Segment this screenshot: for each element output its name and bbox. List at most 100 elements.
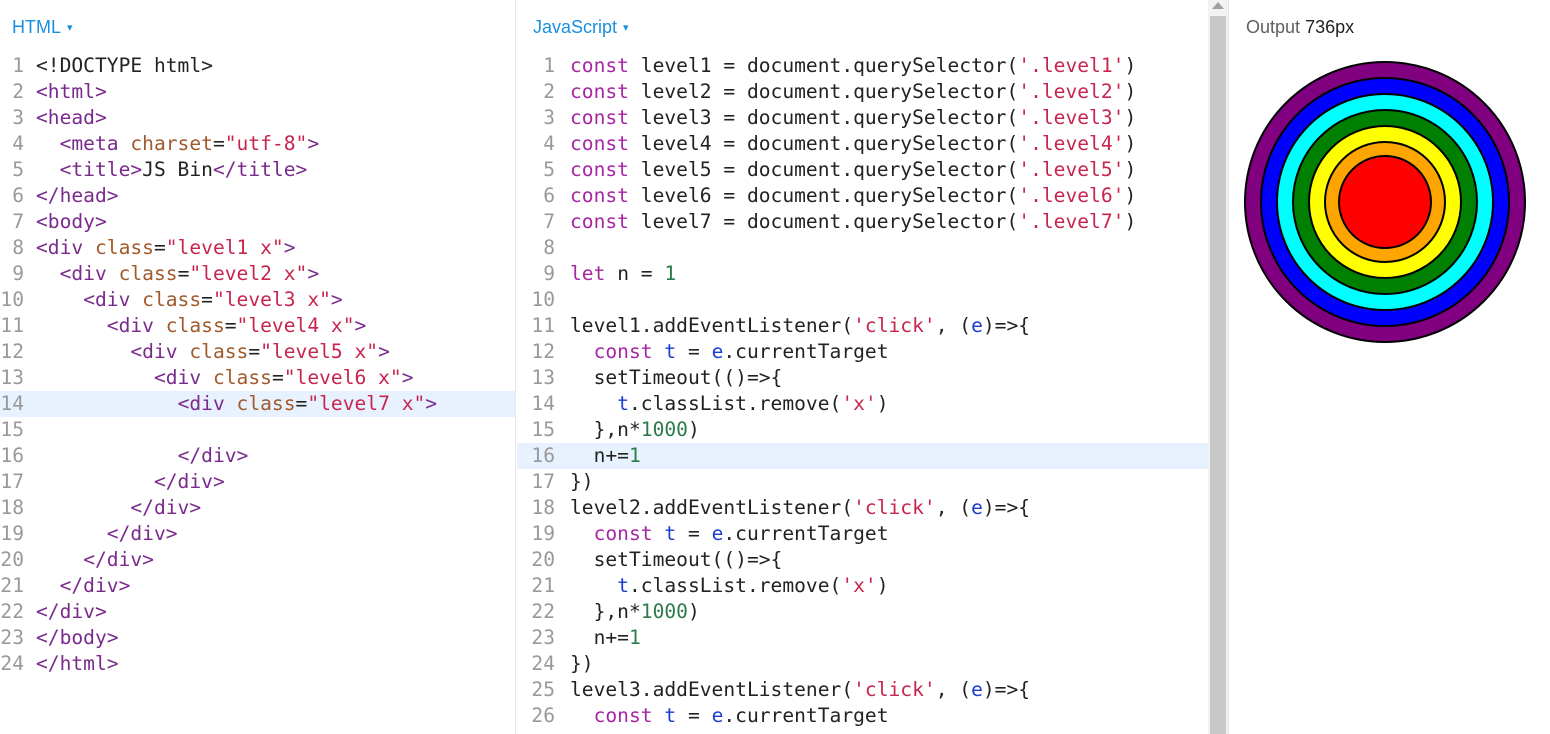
code-token: </title> [212, 158, 308, 181]
code-token: 'click' [853, 678, 936, 701]
javascript-code-area[interactable]: 1 const level1 = document.querySelector('… [517, 53, 1208, 729]
code-token: charset [130, 132, 213, 155]
code-token: ) [1124, 210, 1137, 233]
code-line[interactable]: 7 <body> [0, 209, 515, 235]
line-number: 16 [0, 444, 24, 467]
code-line[interactable]: 12 const t = e.currentTarget [517, 339, 1208, 365]
code-line[interactable]: 2 const level2 = document.querySelector('… [517, 79, 1208, 105]
line-number: 15 [531, 418, 555, 441]
code-line[interactable]: 26 const t = e.currentTarget [517, 703, 1208, 729]
code-line[interactable]: 21 t.classList.remove('x') [517, 573, 1208, 599]
code-line[interactable]: 22 },n*1000) [517, 599, 1208, 625]
code-token: > [354, 314, 367, 337]
line-number: 6 [12, 184, 24, 207]
code-line[interactable]: 9 let n = 1 [517, 261, 1208, 287]
code-token: </div> [106, 522, 178, 545]
code-line[interactable]: 22 </div> [0, 599, 515, 625]
code-line[interactable]: 19 </div> [0, 521, 515, 547]
code-line[interactable]: 19 const t = e.currentTarget [517, 521, 1208, 547]
code-line[interactable]: 11 <div class="level4 x"> [0, 313, 515, 339]
code-line[interactable]: 24}) [517, 651, 1208, 677]
code-line[interactable]: 23 </body> [0, 625, 515, 651]
code-token: 'x' [841, 392, 877, 415]
code-line[interactable]: 20 </div> [0, 547, 515, 573]
scroll-up-arrow-icon[interactable] [1212, 2, 1224, 9]
code-token: <div [130, 340, 190, 363]
line-number: 4 [543, 132, 555, 155]
output-panel: Output 736px [1228, 0, 1550, 734]
code-line[interactable]: 16 n+=1 [517, 443, 1208, 469]
code-line[interactable]: 5 <title>JS Bin</title> [0, 157, 515, 183]
code-token: )=>{ [982, 678, 1031, 701]
code-line[interactable]: 10 <div class="level3 x"> [0, 287, 515, 313]
code-token: = [177, 262, 190, 285]
chevron-down-icon[interactable]: ▾ [67, 22, 73, 34]
code-line[interactable]: 11 level1.addEventListener('click', (e)=>… [517, 313, 1208, 339]
javascript-panel-header[interactable]: JavaScript ▾ [517, 0, 1208, 44]
html-panel-header[interactable]: HTML ▾ [0, 0, 515, 44]
code-line[interactable]: 21 </div> [0, 573, 515, 599]
code-line[interactable]: 17}) [517, 469, 1208, 495]
code-line[interactable]: 18 </div> [0, 495, 515, 521]
code-line[interactable]: 17 </div> [0, 469, 515, 495]
code-token: </div> [130, 496, 202, 519]
code-line[interactable]: 3 const level3 = document.querySelector('… [517, 105, 1208, 131]
code-line[interactable]: 23 n+=1 [517, 625, 1208, 651]
scrollbar-thumb[interactable] [1210, 16, 1226, 734]
code-line[interactable]: 25 level3.addEventListener('click', (e)=>… [517, 677, 1208, 703]
code-line[interactable]: 6 </head> [0, 183, 515, 209]
code-line[interactable]: 7 const level7 = document.querySelector('… [517, 209, 1208, 235]
line-number: 20 [0, 548, 24, 571]
code-line[interactable]: 18 level2.addEventListener('click', (e)=>… [517, 495, 1208, 521]
html-code-area[interactable]: 1 <!DOCTYPE html> 2 <html> 3 <head> 4 <meta ch… [0, 53, 515, 677]
code-token: t [617, 574, 629, 597]
code-line[interactable]: 4 <meta charset="utf-8"> [0, 131, 515, 157]
line-number: 16 [531, 444, 555, 467]
code-line[interactable]: 9 <div class="level2 x"> [0, 261, 515, 287]
code-line[interactable]: 13 <div class="level6 x"> [0, 365, 515, 391]
code-line[interactable]: 10 [517, 287, 1208, 313]
code-token: "level3 x" [212, 288, 331, 311]
code-line[interactable]: 24 </html> [0, 651, 515, 677]
code-line[interactable]: 12 <div class="level5 x"> [0, 339, 515, 365]
code-token: JS Bin [142, 158, 213, 181]
html-editor-panel[interactable]: HTML ▾ 1 <!DOCTYPE html> 2 <html> 3 <head> 4 <m… [0, 0, 516, 734]
code-line[interactable]: 15 },n*1000) [517, 417, 1208, 443]
code-token: = [676, 340, 712, 363]
code-line[interactable]: 8 <div class="level1 x"> [0, 235, 515, 261]
code-line[interactable]: 1 <!DOCTYPE html> [0, 53, 515, 79]
code-line[interactable]: 5 const level5 = document.querySelector('… [517, 157, 1208, 183]
code-line[interactable]: 14 t.classList.remove('x') [517, 391, 1208, 417]
code-line[interactable]: 3 <head> [0, 105, 515, 131]
code-token: "level6 x" [283, 366, 402, 389]
code-line[interactable]: 13 setTimeout(()=>{ [517, 365, 1208, 391]
code-token: level2 = document.querySelector( [640, 80, 1019, 103]
code-token: e [711, 340, 724, 363]
level7-ring[interactable] [1338, 155, 1432, 249]
html-panel-title[interactable]: HTML [12, 17, 61, 37]
code-line[interactable]: 6 const level6 = document.querySelector('… [517, 183, 1208, 209]
code-line[interactable]: 20 setTimeout(()=>{ [517, 547, 1208, 573]
code-line[interactable]: 2 <html> [0, 79, 515, 105]
chevron-down-icon[interactable]: ▾ [623, 22, 629, 34]
code-token: > [283, 236, 296, 259]
code-line[interactable]: 4 const level4 = document.querySelector('… [517, 131, 1208, 157]
line-number: 13 [531, 366, 555, 389]
code-token: <div [59, 262, 119, 285]
code-token: > [307, 262, 320, 285]
code-line[interactable]: 15 [0, 417, 515, 443]
code-line[interactable]: 1 const level1 = document.querySelector('… [517, 53, 1208, 79]
code-token: level2.addEventListener( [570, 496, 854, 519]
code-line[interactable]: 14 <div class="level7 x"> [0, 391, 515, 417]
code-line[interactable]: 8 [517, 235, 1208, 261]
javascript-panel-title[interactable]: JavaScript [533, 17, 617, 37]
code-token: <!DOCTYPE html> [36, 54, 213, 77]
javascript-editor-panel[interactable]: JavaScript ▾ 1 const level1 = document.que… [517, 0, 1208, 734]
line-number: 2 [543, 80, 555, 103]
code-line[interactable]: 16 </div> [0, 443, 515, 469]
